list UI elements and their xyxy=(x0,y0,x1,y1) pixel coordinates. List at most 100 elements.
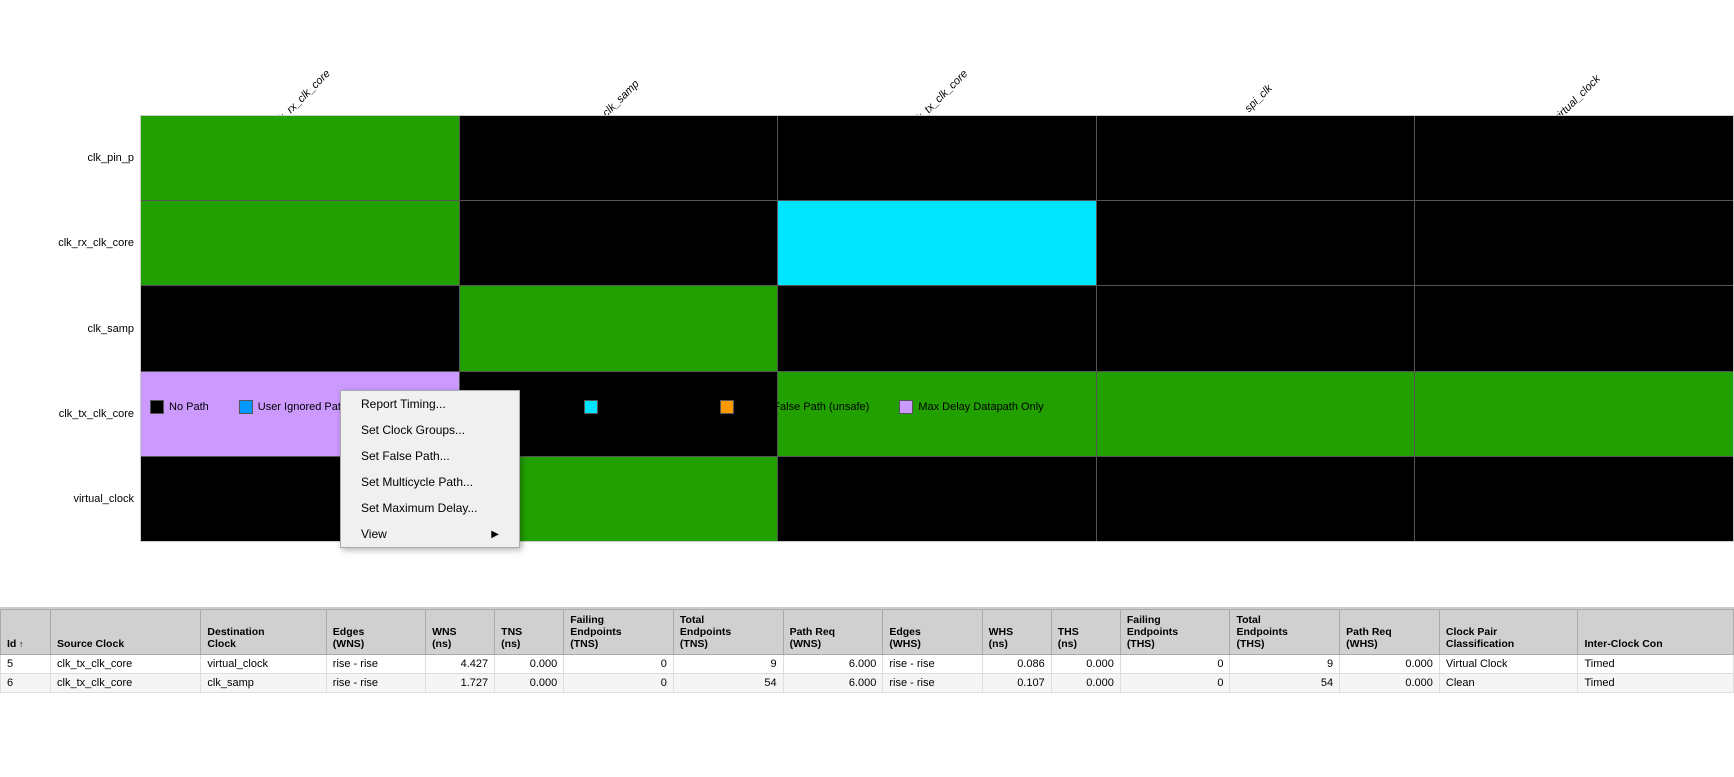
legend-item: Partial False Path xyxy=(584,400,690,414)
grid-cell-1-1[interactable] xyxy=(460,201,779,285)
context-menu: Report Timing...Set Clock Groups...Set F… xyxy=(340,390,520,548)
table-cell-11: 0.000 xyxy=(1051,674,1120,693)
legend-label: No Path xyxy=(169,401,209,413)
submenu-arrow-icon: ▶ xyxy=(491,529,499,540)
col-header-1[interactable]: Source Clock xyxy=(51,610,201,655)
col-header-2[interactable]: Destination Clock xyxy=(201,610,326,655)
context-menu-item-0[interactable]: Report Timing... xyxy=(341,391,519,417)
legend-label: Partial False Path xyxy=(603,401,690,413)
table-cell-10: 0.107 xyxy=(982,674,1051,693)
source-label: clk_pin_p xyxy=(20,115,140,200)
timing-table: Id ↑Source ClockDestination ClockEdges (… xyxy=(0,609,1734,693)
col-header-7[interactable]: Total Endpoints (TNS) xyxy=(673,610,783,655)
context-menu-item-5[interactable]: View▶ xyxy=(341,521,519,547)
col-header-4[interactable]: WNS (ns) xyxy=(426,610,495,655)
grid-cell-2-1[interactable] xyxy=(460,286,779,370)
table-cell-9: rise - rise xyxy=(883,674,982,693)
col-header-8[interactable]: Path Req (WNS) xyxy=(783,610,883,655)
legend-color-box xyxy=(899,400,913,414)
legend-label: Partial False Path (unsafe) xyxy=(739,401,869,413)
grid-cell-1-4[interactable] xyxy=(1415,201,1733,285)
grid-cell-1-3[interactable] xyxy=(1097,201,1416,285)
table-cell-3: rise - rise xyxy=(326,655,425,674)
grid-cell-1-0[interactable] xyxy=(141,201,460,285)
table-cell-7: 54 xyxy=(673,674,783,693)
legend-item: No Path xyxy=(150,400,209,414)
source-label: clk_rx_clk_core xyxy=(20,200,140,285)
source-label: virtual_clock xyxy=(20,457,140,542)
grid-cell-2-4[interactable] xyxy=(1415,286,1733,370)
grid-cell-1-2[interactable] xyxy=(778,201,1097,285)
grid-cell-4-4[interactable] xyxy=(1415,457,1733,541)
col-header-6[interactable]: Failing Endpoints (TNS) xyxy=(564,610,674,655)
table-cell-8: 6.000 xyxy=(783,674,883,693)
table-cell-10: 0.086 xyxy=(982,655,1051,674)
table-cell-14: 0.000 xyxy=(1340,655,1440,674)
table-cell-1: clk_tx_clk_core xyxy=(51,655,201,674)
grid-row[interactable] xyxy=(141,286,1733,371)
table-cell-12: 0 xyxy=(1120,674,1230,693)
table-cell-4: 4.427 xyxy=(426,655,495,674)
source-axis-label xyxy=(0,120,20,542)
col-header-11[interactable]: THS (ns) xyxy=(1051,610,1120,655)
col-header-15[interactable]: Clock Pair Classification xyxy=(1439,610,1578,655)
col-header-10[interactable]: WHS (ns) xyxy=(982,610,1051,655)
table-cell-1: clk_tx_clk_core xyxy=(51,674,201,693)
table-cell-0: 5 xyxy=(1,655,51,674)
table-cell-13: 9 xyxy=(1230,655,1340,674)
context-menu-item-3[interactable]: Set Multicycle Path... xyxy=(341,469,519,495)
col-header-14[interactable]: Path Req (WHS) xyxy=(1340,610,1440,655)
grid-cell-4-3[interactable] xyxy=(1097,457,1416,541)
grid-row[interactable] xyxy=(141,201,1733,286)
source-label: clk_samp xyxy=(20,286,140,371)
col-header-3[interactable]: Edges (WNS) xyxy=(326,610,425,655)
destination-title xyxy=(140,0,1734,12)
col-header-5[interactable]: TNS (ns) xyxy=(495,610,564,655)
legend-color-box xyxy=(720,400,734,414)
dest-label: virtual_clock xyxy=(1415,25,1734,115)
legend-label: Max Delay Datapath Only xyxy=(918,401,1043,413)
table-cell-7: 9 xyxy=(673,655,783,674)
dest-label: spi_clk xyxy=(1096,25,1415,115)
legend-label: User Ignored Paths xyxy=(258,401,353,413)
col-header-12[interactable]: Failing Endpoints (THS) xyxy=(1120,610,1230,655)
table-row[interactable]: 6clk_tx_clk_coreclk_samprise - rise1.727… xyxy=(1,674,1734,693)
source-label: clk_tx_clk_core xyxy=(20,371,140,456)
context-menu-item-2[interactable]: Set False Path... xyxy=(341,443,519,469)
context-menu-item-4[interactable]: Set Maximum Delay... xyxy=(341,495,519,521)
grid-cell-0-1[interactable] xyxy=(460,116,779,200)
table-cell-13: 54 xyxy=(1230,674,1340,693)
legend-color-box xyxy=(584,400,598,414)
col-header-13[interactable]: Total Endpoints (THS) xyxy=(1230,610,1340,655)
grid-cell-0-2[interactable] xyxy=(778,116,1097,200)
table-cell-2: virtual_clock xyxy=(201,655,326,674)
col-header-0[interactable]: Id ↑ xyxy=(1,610,51,655)
context-menu-item-1[interactable]: Set Clock Groups... xyxy=(341,417,519,443)
grid-cell-0-0[interactable] xyxy=(141,116,460,200)
table-area[interactable]: Id ↑Source ClockDestination ClockEdges (… xyxy=(0,607,1734,777)
table-row[interactable]: 5clk_tx_clk_corevirtual_clockrise - rise… xyxy=(1,655,1734,674)
table-cell-3: rise - rise xyxy=(326,674,425,693)
legend-item: Max Delay Datapath Only xyxy=(899,400,1043,414)
table-cell-6: 0 xyxy=(564,655,674,674)
table-cell-4: 1.727 xyxy=(426,674,495,693)
legend-color-box xyxy=(150,400,164,414)
col-header-16[interactable]: Inter-Clock Con xyxy=(1578,610,1734,655)
grid-cell-2-3[interactable] xyxy=(1097,286,1416,370)
table-cell-12: 0 xyxy=(1120,655,1230,674)
table-cell-15: Clean xyxy=(1439,674,1578,693)
grid-row[interactable] xyxy=(141,116,1733,201)
table-cell-9: rise - rise xyxy=(883,655,982,674)
grid-cell-2-2[interactable] xyxy=(778,286,1097,370)
grid-cell-0-3[interactable] xyxy=(1097,116,1416,200)
grid-cell-4-2[interactable] xyxy=(778,457,1097,541)
legend-item: User Ignored Paths xyxy=(239,400,353,414)
dest-labels: clk_rx_clk_coreclk_sampclk_tx_clk_coresp… xyxy=(140,25,1734,115)
chart-area: clk_rx_clk_coreclk_sampclk_tx_clk_coresp… xyxy=(0,0,1734,602)
dest-label: clk_samp xyxy=(459,25,778,115)
grid-cell-0-4[interactable] xyxy=(1415,116,1733,200)
table-cell-5: 0.000 xyxy=(495,655,564,674)
legend-item: Partial False Path (unsafe) xyxy=(720,400,869,414)
col-header-9[interactable]: Edges (WHS) xyxy=(883,610,982,655)
grid-cell-2-0[interactable] xyxy=(141,286,460,370)
